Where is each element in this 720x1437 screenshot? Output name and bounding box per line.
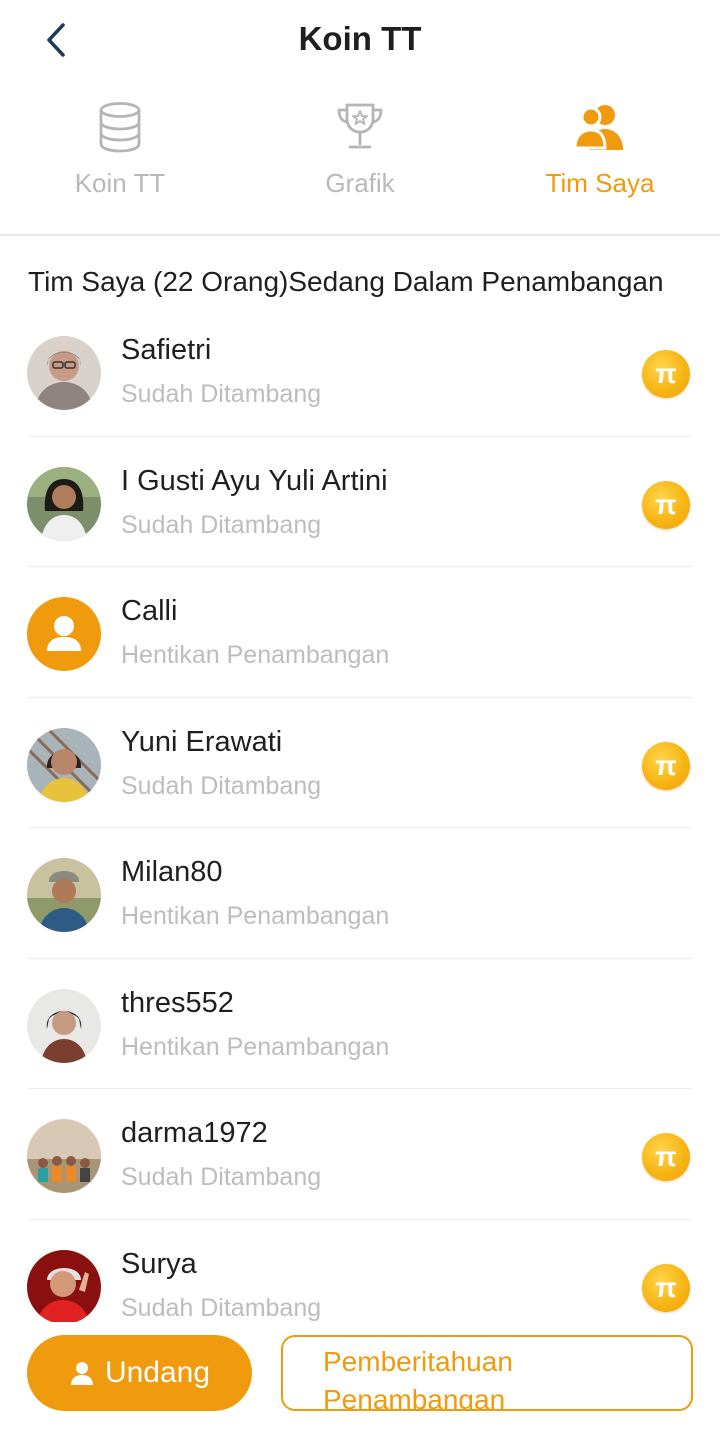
tab-label: Tim Saya (545, 168, 655, 198)
avatar (27, 466, 101, 541)
avatar (27, 858, 101, 932)
bottom-action-bar: Undang Pemberitahuan Penambangan (0, 1322, 720, 1437)
member-name: Safietri (121, 334, 212, 366)
database-icon (99, 102, 141, 153)
member-row[interactable]: Calli Hentikan Penambangan (0, 567, 720, 698)
trophy-icon (337, 103, 383, 149)
pi-coin-icon[interactable]: π (642, 1263, 690, 1312)
page-title: Koin TT (298, 20, 422, 57)
tab-tim-saya[interactable]: Tim Saya (480, 96, 720, 216)
member-status: Hentikan Penambangan (121, 1032, 390, 1061)
member-name: Yuni Erawati (121, 725, 283, 758)
member-row[interactable]: thres552 Hentikan Penambangan (0, 959, 720, 1089)
app-header: Koin TT (0, 0, 720, 82)
member-status: Hentikan Penambangan (121, 902, 390, 930)
pi-coin-icon[interactable]: π (642, 1133, 690, 1181)
avatar (27, 1119, 101, 1193)
divider (0, 234, 720, 236)
member-row[interactable]: Safietri Sudah Ditambang π (0, 306, 720, 437)
member-status: Sudah Ditambang (121, 510, 322, 539)
member-row[interactable]: I Gusti Ayu Yuli Artini Sudah Ditambang … (0, 437, 720, 567)
member-row[interactable]: darma1972 Sudah Ditambang π (0, 1089, 720, 1220)
member-name: I Gusti Ayu Yuli Artini (121, 464, 388, 497)
user-placeholder-icon (47, 616, 81, 651)
member-name: Surya (121, 1247, 197, 1280)
member-status: Sudah Ditambang (121, 771, 322, 800)
member-name: thres552 (121, 986, 234, 1019)
invite-label: Undang (104, 1356, 211, 1389)
tab-bar: Koin TT Grafik Tim Saya (0, 96, 720, 216)
member-status: Sudah Ditambang (121, 1163, 322, 1191)
member-list: Safietri Sudah Ditambang π I Gusti Ayu Y… (0, 306, 720, 1350)
tab-label: Grafik (325, 168, 395, 198)
avatar (27, 727, 101, 802)
member-row[interactable]: Milan80 Hentikan Penambangan (0, 828, 720, 959)
member-name: darma1972 (121, 1117, 268, 1149)
avatar (27, 597, 101, 671)
invite-button[interactable]: Undang (27, 1335, 252, 1411)
avatar (27, 988, 101, 1063)
users-icon (573, 105, 623, 150)
member-status: Hentikan Penambangan (121, 641, 390, 669)
member-status: Sudah Ditambang (121, 1293, 322, 1322)
member-status: Sudah Ditambang (121, 380, 322, 408)
tab-grafik[interactable]: Grafik (240, 96, 480, 216)
avatar (27, 1249, 101, 1324)
tab-koin-tt[interactable]: Koin TT (0, 96, 240, 216)
pi-coin-icon[interactable]: π (642, 741, 690, 790)
pi-coin-icon[interactable]: π (642, 480, 690, 529)
user-icon (70, 1362, 93, 1385)
member-row[interactable]: Yuni Erawati Sudah Ditambang π (0, 698, 720, 828)
mining-notification-button[interactable]: Pemberitahuan Penambangan (281, 1335, 693, 1411)
team-summary: Tim Saya (22 Orang)Sedang Dalam Penamban… (28, 266, 664, 297)
notify-label: Pemberitahuan Penambangan (323, 1346, 513, 1411)
member-name: Calli (121, 595, 178, 627)
tab-label: Koin TT (74, 168, 166, 198)
member-name: Milan80 (121, 856, 223, 888)
pi-coin-icon[interactable]: π (642, 350, 690, 398)
avatar (27, 336, 101, 410)
